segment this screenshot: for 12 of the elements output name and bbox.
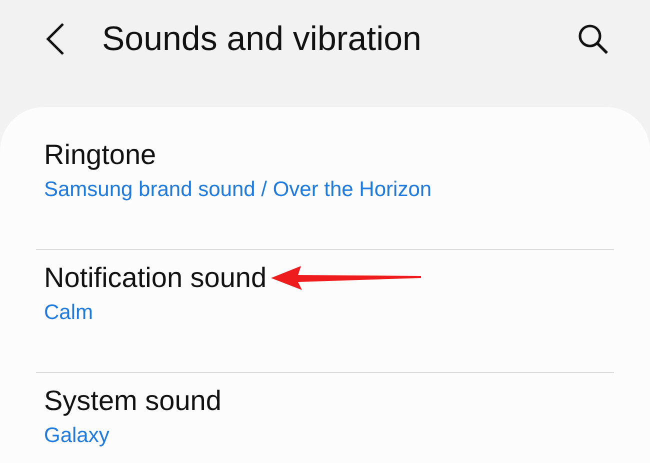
setting-value: Samsung brand sound / Over the Horizon (44, 177, 433, 203)
setting-value: Galaxy (44, 423, 110, 449)
back-icon[interactable] (44, 22, 66, 56)
search-icon[interactable] (576, 22, 610, 56)
page-title: Sounds and vibration (102, 18, 422, 60)
setting-item[interactable]: Ringtone Samsung brand sound / Over the Horizon (36, 127, 614, 250)
setting-item[interactable]: Notification sound Calm (36, 250, 614, 373)
setting-item[interactable]: System sound Galaxy (36, 373, 614, 463)
setting-value: Calm (44, 300, 94, 326)
setting-title: Notification sound (44, 261, 267, 295)
setting-title: Ringtone (44, 138, 156, 172)
setting-title: System sound (44, 384, 222, 418)
